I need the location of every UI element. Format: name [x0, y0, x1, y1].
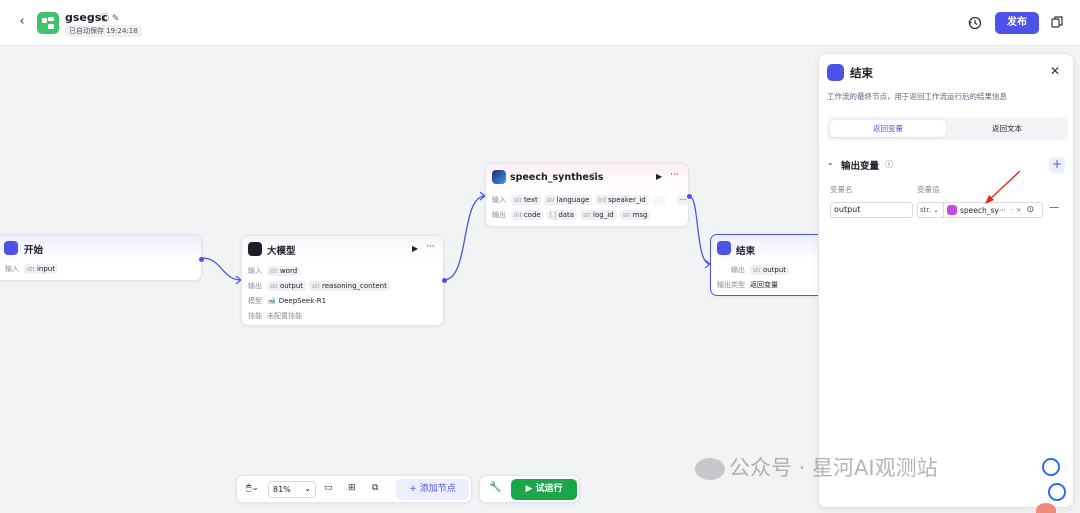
- variable-type-select[interactable]: str. ⌄: [917, 202, 944, 218]
- plugin-icon: [947, 205, 957, 215]
- output-port[interactable]: [442, 278, 447, 283]
- add-node-button[interactable]: + 添加节点: [396, 479, 469, 500]
- model-name: DeepSeek-R1: [278, 297, 327, 305]
- floating-assistant-icon[interactable]: [1042, 458, 1060, 476]
- settings-icon[interactable]: ⊙: [1027, 205, 1035, 215]
- app-logo-icon: [37, 12, 59, 34]
- deepseek-logo-icon: 🐋: [267, 297, 276, 305]
- tab-return-text[interactable]: 返回文本: [949, 120, 1065, 137]
- llm-node[interactable]: 大模型 ▶ ··· 输入 str word 输出 str output str rea…: [241, 235, 447, 326]
- speech-plugin-icon: [492, 170, 506, 184]
- annotation-arrow: [985, 170, 1021, 204]
- add-variable-button[interactable]: +: [1049, 157, 1065, 173]
- autosave-status: 已自动保存 19:24:18: [65, 25, 142, 37]
- comment-icon[interactable]: ▭: [324, 483, 333, 493]
- publish-button[interactable]: 发布: [995, 12, 1039, 34]
- mouse-mode-icon[interactable]: 🖱⌄: [246, 483, 259, 493]
- top-bar: ‹ gsegsc ⓘ ✎ 已自动保存 19:24:18 发布: [0, 0, 1080, 46]
- end-node-settings-panel: 结束 ✕ 工作流的最终节点，用于返回工作流运行后的结果信息 返回变量 返回文本 …: [818, 53, 1074, 508]
- start-icon: [4, 241, 18, 255]
- chevron-down-icon[interactable]: ⌄: [827, 158, 834, 167]
- test-run-button[interactable]: ▶ 试运行: [511, 479, 577, 500]
- output-variables-title: 输出变量: [841, 161, 880, 172]
- llm-node-title: 大模型: [267, 246, 296, 257]
- speech-node-title: speech_synthesis: [510, 172, 604, 183]
- panel-description: 工作流的最终节点，用于返回工作流运行后的结果信息: [827, 92, 1007, 101]
- return-mode-toggle: 返回变量 返回文本: [827, 117, 1068, 140]
- end-node[interactable]: 结束 输出 str output 输出类型 返回变量: [710, 234, 830, 296]
- back-arrow-icon[interactable]: ‹: [14, 14, 30, 30]
- history-icon[interactable]: [966, 14, 984, 32]
- edit-icon[interactable]: ✎: [112, 14, 120, 24]
- close-icon[interactable]: ✕: [1050, 64, 1060, 78]
- var-tag: str input: [24, 264, 58, 274]
- column-header-name: 变量名: [830, 185, 853, 194]
- run-toolbar: 🔧 ▶ 试运行: [479, 475, 580, 503]
- avatar[interactable]: [1036, 503, 1056, 513]
- panel-title: 结束: [850, 66, 873, 80]
- info-icon[interactable]: ⓘ: [100, 14, 109, 24]
- watermark: 公众号 · 星河AI观测站: [695, 452, 938, 482]
- run-node-icon[interactable]: ▶: [412, 244, 418, 253]
- end-node-title: 结束: [736, 246, 756, 257]
- canvas-toolbar: 🖱⌄ 81% ⌄ ▭ ⊞ ⧉ + 添加节点: [236, 475, 472, 503]
- minimap-icon[interactable]: ⧉: [372, 483, 378, 493]
- zoom-select[interactable]: 81% ⌄: [268, 481, 316, 498]
- variable-name-input[interactable]: output: [830, 202, 913, 218]
- more-options-icon[interactable]: ···: [426, 242, 435, 252]
- end-icon: [827, 64, 844, 81]
- start-node-title: 开始: [24, 245, 44, 256]
- more-options-icon[interactable]: ···: [670, 170, 679, 180]
- start-node[interactable]: 开始 输入 str input: [0, 234, 204, 281]
- layout-grid-icon[interactable]: ⊞: [348, 483, 356, 493]
- output-port[interactable]: [199, 257, 204, 262]
- output-port[interactable]: [687, 194, 692, 199]
- end-icon: [717, 241, 731, 255]
- info-icon: ⓘ: [885, 160, 893, 169]
- workflow-canvas[interactable]: 开始 输入 str input 大模型 ▶ ··· 输入 str word 输出 s…: [0, 46, 830, 513]
- floating-assistant-icon[interactable]: [1048, 483, 1066, 501]
- column-header-value: 变量值: [917, 185, 940, 194]
- copy-icon[interactable]: [1049, 14, 1065, 30]
- run-node-icon[interactable]: ▶: [656, 172, 662, 181]
- tab-return-variable[interactable]: 返回变量: [830, 120, 946, 137]
- wrench-icon[interactable]: 🔧: [489, 482, 501, 493]
- plugin-badge-icon: ⊡: [591, 172, 597, 180]
- llm-icon: [248, 242, 262, 256]
- speech-synthesis-node[interactable]: speech_synthesis ⊡ ▶ ··· 输入 str text str l…: [485, 163, 692, 227]
- wechat-icon: [695, 458, 725, 480]
- remove-variable-button[interactable]: —: [1049, 202, 1059, 213]
